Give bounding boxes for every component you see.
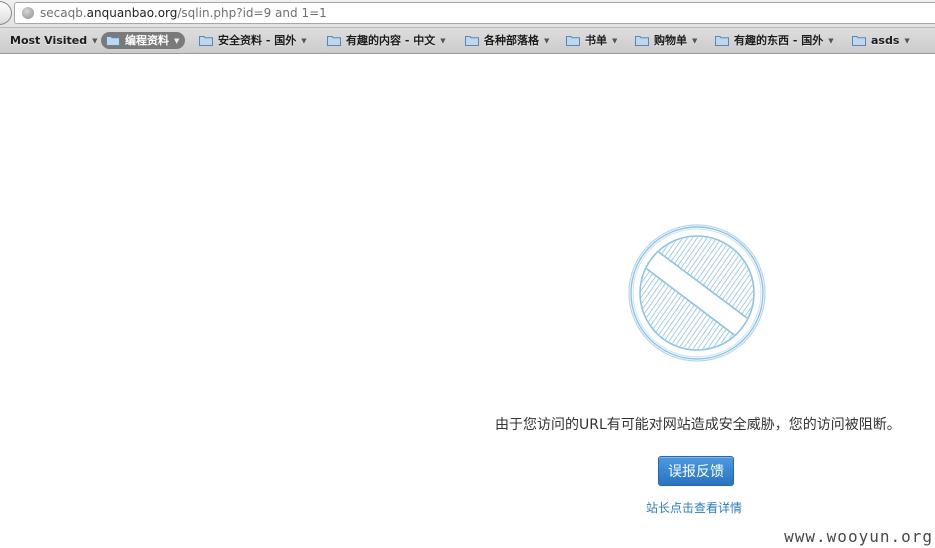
url-field[interactable]: secaqb.anquanbao.org/sqlin.php?id=9 and …	[14, 2, 935, 24]
folder-icon	[715, 35, 729, 46]
chevron-down-icon: ▼	[440, 37, 446, 45]
bookmark-label: Most Visited	[10, 34, 88, 47]
bookmark-label: 有趣的东西 - 国外	[734, 34, 824, 47]
bookmark-folder-books[interactable]: 书单 ▼	[566, 32, 617, 49]
folder-icon	[199, 35, 213, 46]
blocked-sign-icon	[628, 224, 766, 362]
chevron-down-icon: ▼	[174, 37, 180, 45]
url-host-domain: anquanbao.org	[86, 6, 178, 20]
bookmark-label: 编程资料	[125, 34, 169, 47]
bookmark-folder-programming[interactable]: 编程资料 ▼	[101, 32, 186, 49]
folder-icon	[327, 35, 341, 46]
bookmarks-toolbar: Most Visited ▼ 编程资料 ▼ 安全资料 - 国外 ▼ 有趣的内容 - 中…	[0, 28, 935, 54]
url-path: /sqlin.php?id=9 and 1=1	[177, 6, 327, 20]
chevron-down-icon: ▼	[301, 37, 307, 45]
bookmark-folder-blogs[interactable]: 各种部落格 ▼	[465, 32, 549, 49]
url-text[interactable]: secaqb.anquanbao.org/sqlin.php?id=9 and …	[40, 5, 327, 21]
report-false-positive-button[interactable]: 误报反馈	[658, 456, 734, 486]
bookmark-label: asds	[871, 34, 900, 47]
chevron-down-icon: ▼	[612, 37, 618, 45]
bookmark-folder-interesting-cn[interactable]: 有趣的内容 - 中文 ▼	[327, 32, 446, 49]
chevron-down-icon: ▼	[92, 37, 98, 45]
address-bar: secaqb.anquanbao.org/sqlin.php?id=9 and …	[0, 0, 935, 28]
bookmark-folder-asds[interactable]: asds ▼	[852, 32, 910, 49]
folder-icon	[852, 35, 866, 46]
bookmark-label: 安全资料 - 国外	[218, 34, 297, 47]
bookmark-label: 有趣的内容 - 中文	[346, 34, 436, 47]
chevron-down-icon: ▼	[828, 37, 834, 45]
back-button[interactable]	[0, 1, 12, 25]
bookmark-label: 购物单	[654, 34, 687, 47]
folder-icon	[106, 35, 120, 46]
chevron-down-icon: ▼	[904, 37, 910, 45]
bookmark-most-visited[interactable]: Most Visited ▼	[10, 32, 98, 49]
globe-icon	[22, 7, 34, 19]
folder-icon	[635, 35, 649, 46]
block-message: 由于您访问的URL有可能对网站造成安全威胁，您的访问被阻断。	[495, 417, 901, 433]
bookmark-label: 书单	[585, 34, 607, 47]
url-host-prefix: secaqb.	[40, 6, 87, 20]
bookmark-label: 各种部落格	[484, 34, 539, 47]
chevron-down-icon: ▼	[544, 37, 550, 45]
folder-icon	[566, 35, 580, 46]
webmaster-details-link[interactable]: 站长点击查看详情	[646, 499, 742, 516]
browser-window: secaqb.anquanbao.org/sqlin.php?id=9 and …	[0, 0, 935, 548]
folder-icon	[465, 35, 479, 46]
bookmark-folder-shopping[interactable]: 购物单 ▼	[635, 32, 697, 49]
bookmark-folder-security-intl[interactable]: 安全资料 - 国外 ▼	[199, 32, 307, 49]
chevron-down-icon: ▼	[692, 37, 698, 45]
bookmark-folder-interesting-intl[interactable]: 有趣的东西 - 国外 ▼	[715, 32, 834, 49]
watermark: www.wooyun.org	[784, 527, 933, 546]
